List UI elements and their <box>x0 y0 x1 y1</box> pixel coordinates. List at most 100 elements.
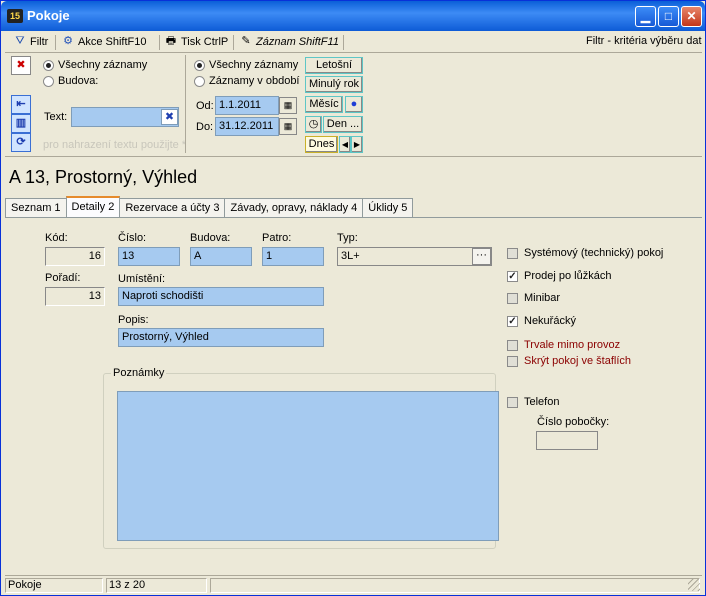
checkbox-checked: ✓ <box>507 270 518 282</box>
description-label: Popis: <box>118 314 149 326</box>
checkbox-checked: ✓ <box>507 315 518 327</box>
floor-label: Patro: <box>262 232 292 244</box>
floor-input[interactable]: 1 <box>262 247 324 266</box>
scope-all-label: Všechny záznamy <box>58 59 148 71</box>
calendar-icon[interactable]: ▦ <box>279 97 297 114</box>
status-module: Pokoje <box>5 578 103 593</box>
option-out-of-service[interactable]: Trvale mimo provoz <box>507 339 620 351</box>
close-icon[interactable]: ✕ <box>681 6 702 27</box>
status-extra <box>210 578 700 593</box>
option-system-room[interactable]: Systémový (technický) pokoj <box>507 247 663 259</box>
option-minibar[interactable]: Minibar <box>507 292 560 304</box>
app-window: 15 Pokoje ▁ □ ✕ ⛛ Filtr ⚙ Akce ShiftF10 🖶 T… <box>0 0 706 596</box>
radio-dot <box>194 75 205 87</box>
extension-input[interactable] <box>536 431 598 450</box>
resize-grip-icon[interactable] <box>688 579 700 591</box>
location-input[interactable]: Naproti schodišti <box>118 287 324 306</box>
phone-label: Telefon <box>524 396 560 408</box>
description-input[interactable]: Prostorný, Výhled <box>118 328 324 347</box>
clear-filter-icon[interactable]: ✖ <box>11 56 31 75</box>
columns-icon[interactable]: ▥ <box>11 114 31 133</box>
number-label: Číslo: <box>118 232 147 244</box>
to-date-input[interactable]: 31.12.2011 <box>215 117 279 136</box>
gears-icon: ⚙ <box>63 35 73 47</box>
period-all-label: Všechny záznamy <box>209 59 299 71</box>
from-date-input[interactable]: 1.1.2011 <box>215 96 279 115</box>
scope-building-radio[interactable]: Budova: <box>43 75 98 87</box>
option-label: Systémový (technický) pokoj <box>524 247 664 259</box>
tab-seznam[interactable]: Seznam 1 <box>5 198 67 217</box>
printer-icon: 🖶 <box>165 35 177 47</box>
option-sale-by-bed[interactable]: ✓ Prodej po lůžkách <box>507 270 611 282</box>
refresh-icon[interactable]: ⟳ <box>11 133 31 152</box>
first-record-icon[interactable]: ⇤ <box>11 95 31 114</box>
next-arrow-icon[interactable]: ▶ <box>351 136 363 153</box>
toolbar-separator <box>343 35 344 50</box>
title-bar[interactable]: 15 Pokoje ▁ □ ✕ <box>1 1 705 31</box>
to-label: Do: <box>196 121 214 133</box>
type-label: Typ: <box>337 232 358 244</box>
dot-icon[interactable]: ● <box>345 96 363 113</box>
maximize-icon[interactable]: □ <box>658 6 679 27</box>
today-button[interactable]: Dnes <box>305 136 338 153</box>
tab-zavady[interactable]: Závady, opravy, náklady 4 <box>224 198 364 217</box>
filter-button[interactable]: ⛛ Filtr <box>13 35 48 48</box>
actions-button[interactable]: ⚙ Akce ShiftF10 <box>61 35 146 48</box>
replace-hint: pro nahrazení textu použijte * <box>43 139 187 151</box>
number-input[interactable]: 13 <box>118 247 180 266</box>
scope-building-label: Budova: <box>58 75 99 87</box>
option-non-smoking[interactable]: ✓ Nekuřácký <box>507 315 576 327</box>
radio-dot <box>43 75 54 87</box>
funnel-icon: ⛛ <box>15 35 25 47</box>
radio-dot <box>43 59 54 71</box>
toolbar-separator <box>233 35 234 50</box>
period-range-label: Záznamy v období <box>209 75 300 87</box>
extension-label: Číslo pobočky: <box>537 416 610 428</box>
toolbar-hint: Filtr - kritéria výběru dat <box>586 35 702 47</box>
type-select[interactable]: 3L+ <box>337 247 492 266</box>
scope-all-radio[interactable]: Všechny záznamy <box>43 59 147 71</box>
calendar-icon[interactable]: ▦ <box>279 118 297 135</box>
toolbar: ⛛ Filtr ⚙ Akce ShiftF10 🖶 Tisk CtrlP ✎ Zázna… <box>5 32 702 53</box>
order-label: Pořadí: <box>45 272 81 284</box>
option-phone[interactable]: Telefon <box>507 396 559 408</box>
notes-label: Poznámky <box>111 367 167 379</box>
toolbar-separator <box>55 35 56 50</box>
tab-uklidy[interactable]: Úklidy 5 <box>362 198 414 217</box>
option-label: Trvale mimo provoz <box>524 339 621 351</box>
building-input[interactable]: A <box>190 247 252 266</box>
prev-arrow-icon[interactable]: ◀ <box>339 136 351 153</box>
this-year-button[interactable]: Letošní <box>305 57 363 74</box>
radio-dot <box>194 59 205 71</box>
notes-textarea[interactable] <box>117 391 499 541</box>
text-label: Text: <box>44 111 68 123</box>
window-title: Pokoje <box>27 8 70 23</box>
browse-ellipsis-icon[interactable]: ··· <box>472 248 491 265</box>
checkbox <box>507 355 518 367</box>
last-year-button[interactable]: Minulý rok <box>305 76 363 93</box>
record-button[interactable]: ✎ Záznam ShiftF11 <box>239 35 339 48</box>
clear-text-icon[interactable]: ✖ <box>161 109 178 125</box>
code-label: Kód: <box>45 232 68 244</box>
tab-detaily[interactable]: Detaily 2 <box>65 196 121 217</box>
period-all-radio[interactable]: Všechny záznamy <box>194 59 298 71</box>
checkbox <box>507 247 518 259</box>
print-label: Tisk CtrlP <box>181 35 229 48</box>
record-label: Záznam ShiftF11 <box>256 35 339 48</box>
print-button[interactable]: 🖶 Tisk CtrlP <box>164 35 228 48</box>
tab-rezervace[interactable]: Rezervace a účty 3 <box>119 198 226 217</box>
toolbar-separator <box>159 35 160 50</box>
period-range-radio[interactable]: Záznamy v období <box>194 75 300 87</box>
month-button[interactable]: Měsíc <box>305 96 343 113</box>
pencil-icon: ✎ <box>241 35 251 47</box>
order-field: 13 <box>45 287 105 306</box>
clock-icon[interactable]: ◷ <box>305 116 322 133</box>
from-label: Od: <box>196 100 214 112</box>
code-field: 16 <box>45 247 105 266</box>
day-button[interactable]: Den ... <box>323 116 363 133</box>
status-bar: Pokoje 13 z 20 <box>5 575 702 593</box>
record-title: A 13, Prostorný, Výhled <box>9 167 198 187</box>
minimize-icon[interactable]: ▁ <box>635 6 656 27</box>
option-hide-room[interactable]: Skrýt pokoj ve štaflích <box>507 355 631 367</box>
checkbox <box>507 292 518 304</box>
